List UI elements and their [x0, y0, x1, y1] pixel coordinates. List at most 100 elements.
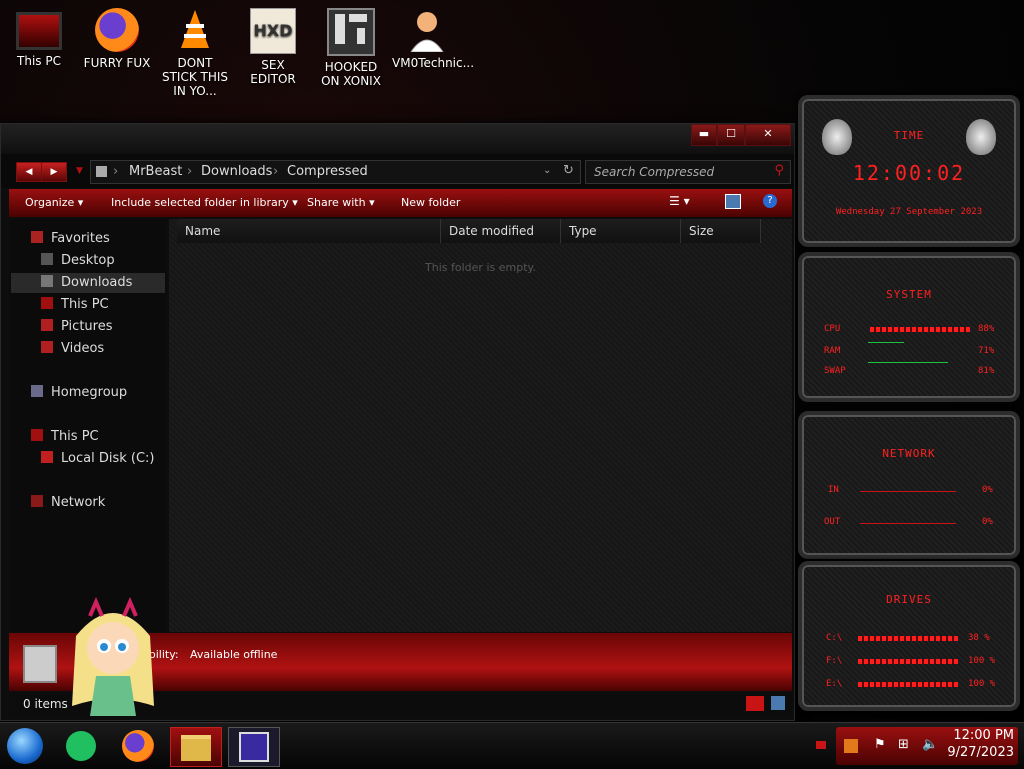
tree-item-network[interactable]: Network — [31, 495, 105, 510]
desktop-icon-label: DONT STICK THIS IN YO... — [161, 56, 229, 98]
include-in-library-button[interactable]: Include selected folder in library ▾ — [111, 196, 298, 209]
tree-item-homegroup[interactable]: Homegroup — [31, 385, 127, 400]
taskbar-clock[interactable]: 12:00 PM 9/27/2023 — [947, 727, 1014, 761]
column-header-date-modified[interactable]: Date modified — [441, 219, 561, 243]
desktop-icon-this-pc[interactable]: This PC — [4, 8, 74, 68]
desktop-icon-sex-editor[interactable]: HXD SEX EDITOR — [238, 8, 308, 86]
hxd-icon: HXD — [250, 8, 296, 54]
tree-item-downloads[interactable]: Downloads — [41, 275, 132, 290]
start-button[interactable] — [4, 727, 46, 765]
column-header-size[interactable]: Size — [681, 219, 761, 243]
desktop-icon-label: FURRY FUX — [83, 56, 151, 70]
back-button[interactable]: ◀ — [16, 162, 42, 182]
taskbar-app-cpu[interactable] — [228, 727, 280, 767]
breadcrumb-item[interactable]: MrBeast — [129, 164, 182, 179]
drive-label: F:\ — [826, 656, 843, 666]
share-with-button[interactable]: Share with ▾ — [307, 196, 375, 209]
sys-label: SWAP — [824, 366, 846, 376]
taskbar: ⚑ ⊞ 🔈 12:00 PM 9/27/2023 — [0, 722, 1024, 769]
desktop-icon-xonix[interactable]: HOOKED ON XONIX — [316, 8, 386, 88]
desktop-icon-label: This PC — [17, 54, 61, 68]
organize-button[interactable]: Organize ▾ — [25, 196, 83, 209]
new-folder-button[interactable]: New folder — [401, 196, 460, 209]
widget-title: TIME — [893, 129, 925, 142]
clock-time: 12:00 PM — [953, 728, 1014, 743]
desktop-icon-furry-fux[interactable]: FURRY FUX — [82, 8, 152, 70]
search-input[interactable]: Search Compressed ⚲ — [585, 160, 791, 184]
drive-label: C:\ — [826, 633, 843, 643]
drive-bar — [858, 682, 958, 687]
tree-item-local-disk[interactable]: Local Disk (C:) — [41, 451, 154, 466]
pictures-icon — [41, 319, 53, 331]
monitor-icon — [31, 429, 43, 441]
command-bar: Organize ▾ Include selected folder in li… — [9, 189, 792, 217]
cartoon-character-image — [66, 596, 160, 720]
preview-pane-icon[interactable] — [725, 194, 741, 209]
breadcrumb-item[interactable]: Compressed — [287, 164, 368, 179]
column-header-type[interactable]: Type — [561, 219, 681, 243]
vlc-cone-icon — [173, 8, 217, 52]
firefox-icon — [122, 730, 154, 762]
navigation-pane: Favorites Desktop Downloads This PC Pict… — [9, 219, 167, 632]
taskbar-app-explorer[interactable] — [170, 727, 222, 767]
details-value: Available offline — [190, 648, 278, 661]
refresh-icon[interactable]: ↻ — [563, 163, 574, 178]
title-bar[interactable]: ▬ ☐ ✕ — [1, 124, 794, 154]
close-button[interactable]: ✕ — [745, 124, 791, 146]
search-icon[interactable]: ⚲ — [774, 163, 784, 178]
column-header-name[interactable]: Name — [177, 219, 441, 243]
drives-widget: DRIVES C:\ 38 % F:\ 100 % E:\ 100 % — [798, 561, 1020, 711]
navigation-bar: ◀ ▶ ▼ › MrBeast › Downloads › Compressed… — [1, 154, 794, 188]
tree-item-desktop[interactable]: Desktop — [41, 253, 115, 268]
clock-date: 9/27/2023 — [947, 745, 1014, 760]
chevron-down-icon[interactable]: ⌄ — [543, 165, 551, 176]
disk-icon — [41, 451, 53, 463]
tree-item-this-pc-fav[interactable]: This PC — [41, 297, 109, 312]
network-icon[interactable]: ⊞ — [898, 737, 909, 752]
firefox-icon — [95, 8, 139, 52]
homegroup-icon — [31, 385, 43, 397]
volume-icon[interactable]: 🔈 — [922, 737, 938, 752]
desktop-icon-label: VM0Technic... — [392, 56, 475, 70]
tree-item-videos[interactable]: Videos — [41, 341, 104, 356]
tree-item-this-pc[interactable]: This PC — [31, 429, 99, 444]
address-bar[interactable]: › MrBeast › Downloads › Compressed ⌄ ↻ — [90, 160, 581, 184]
large-icons-view-icon[interactable] — [771, 696, 785, 710]
show-hidden-icons-icon[interactable] — [816, 741, 826, 749]
forward-button[interactable]: ▶ — [41, 162, 67, 182]
item-count: 0 items — [23, 697, 68, 711]
widget-date: Wednesday 27 September 2023 — [835, 207, 983, 217]
breadcrumb-sep-icon: › — [113, 164, 119, 179]
desktop-icon-vlc[interactable]: DONT STICK THIS IN YO... — [160, 8, 230, 98]
widget-title: DRIVES — [886, 593, 932, 606]
recent-locations-icon[interactable]: ▼ — [76, 166, 83, 176]
desktop-icon-vm0[interactable]: VM0Technic... — [392, 8, 475, 70]
taskbar-app-notes[interactable] — [56, 727, 106, 765]
drive-value: 38 % — [968, 633, 990, 643]
widget-title: SYSTEM — [886, 288, 932, 301]
tree-item-favorites[interactable]: Favorites — [31, 231, 110, 246]
minimize-button[interactable]: ▬ — [691, 124, 717, 146]
sys-label: CPU — [824, 324, 841, 334]
drive-bar — [858, 636, 958, 641]
net-in-graph — [860, 491, 956, 492]
desktop-icon-label: HOOKED ON XONIX — [321, 60, 381, 88]
maximize-button[interactable]: ☐ — [717, 124, 745, 146]
tray-app-icon[interactable] — [844, 739, 858, 753]
desktop-icon — [41, 253, 53, 265]
help-icon[interactable]: ? — [763, 194, 777, 208]
file-list[interactable]: Name Date modified Type Size This folder… — [169, 219, 792, 632]
notes-icon — [66, 731, 96, 761]
doctor-icon — [405, 8, 449, 53]
widget-title: NETWORK — [882, 447, 936, 460]
details-view-icon[interactable] — [746, 696, 764, 711]
cpu-bar — [870, 327, 970, 332]
tree-item-pictures[interactable]: Pictures — [41, 319, 112, 334]
taskbar-app-firefox[interactable] — [113, 727, 163, 765]
breadcrumb-item[interactable]: Downloads — [201, 164, 272, 179]
flag-icon[interactable]: ⚑ — [874, 737, 886, 752]
net-value: 0% — [982, 517, 993, 527]
drive-label: E:\ — [826, 679, 843, 689]
empty-folder-message: This folder is empty. — [425, 261, 536, 274]
view-options-icon[interactable]: ☰ ▾ — [669, 194, 690, 208]
